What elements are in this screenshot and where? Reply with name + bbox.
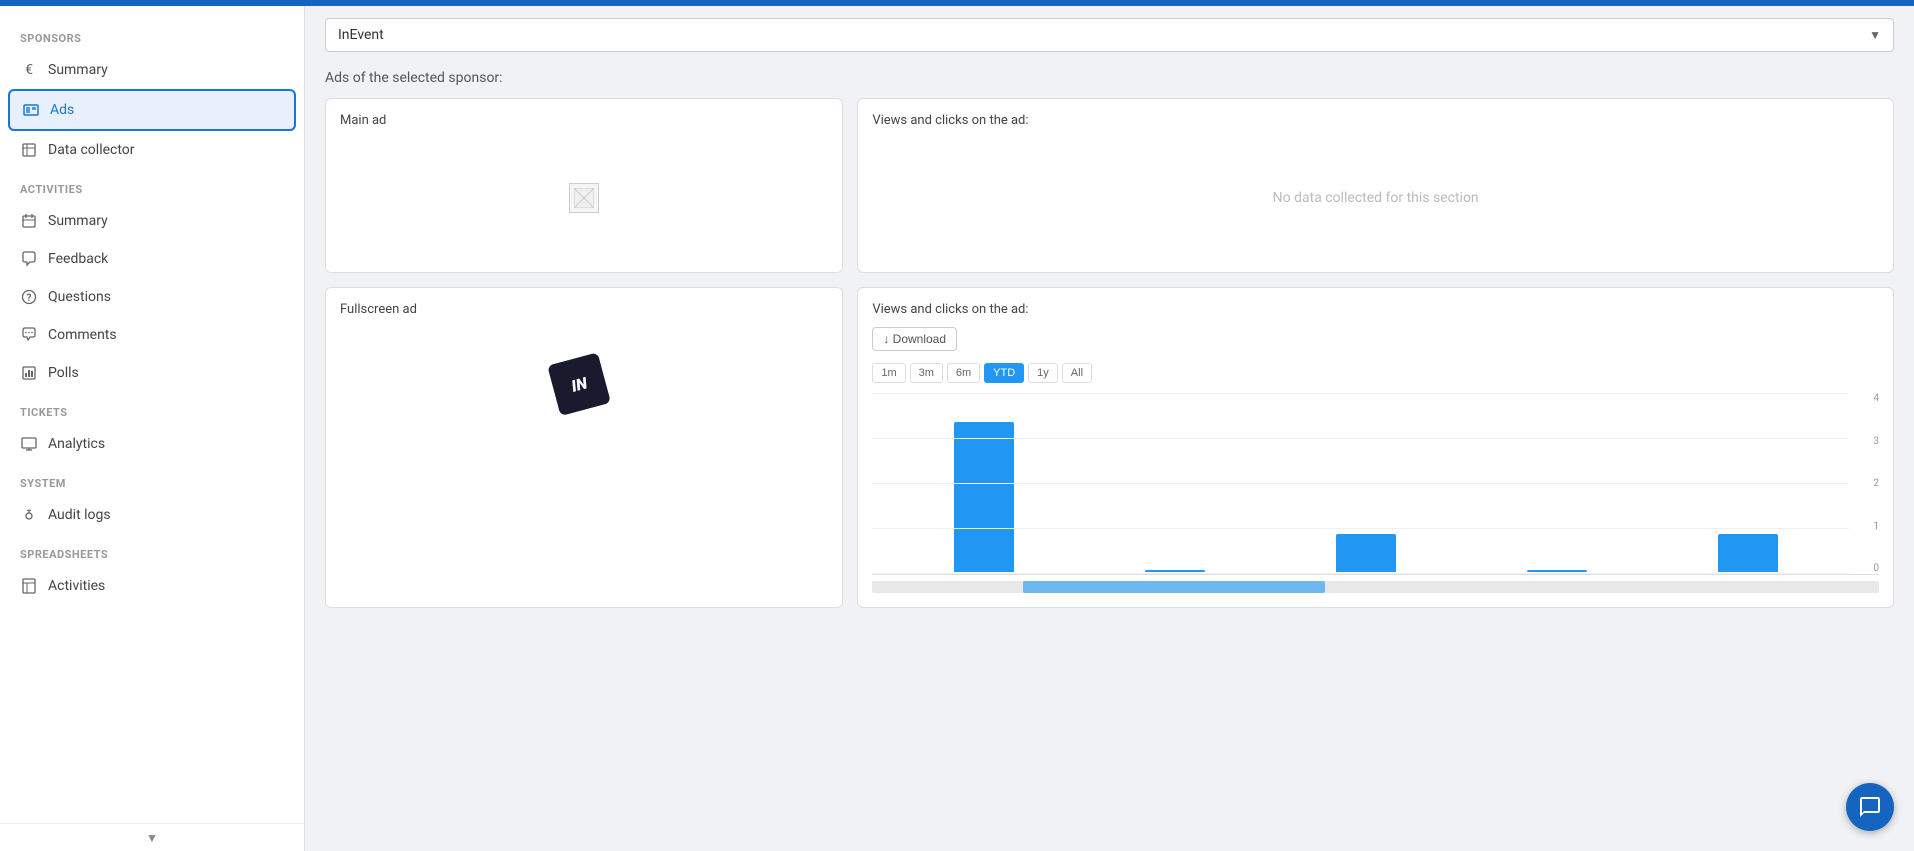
sidebar-item-label: Summary (48, 62, 108, 78)
bar-1 (954, 422, 1014, 572)
main-ad-card: Main ad (325, 98, 843, 273)
analytics-icon (20, 435, 38, 453)
chat-bubble-button[interactable] (1846, 783, 1894, 831)
filter-ytd[interactable]: YTD (984, 363, 1024, 383)
fullscreen-ad-title: Fullscreen ad (340, 302, 828, 317)
chart-scroll-thumb (1023, 581, 1325, 593)
polls-icon (20, 364, 38, 382)
bar-group-4 (1465, 570, 1648, 572)
sponsor-selected-value: InEvent (338, 27, 384, 43)
sidebar-item-activities-questions[interactable]: ? Questions (0, 278, 304, 316)
spreadsheets-section-label: SPREADSHEETS (0, 534, 304, 567)
chart-scroll-bar[interactable] (872, 581, 1879, 593)
fullscreen-ad-chart-card: Views and clicks on the ad: ↓ Download 1… (857, 287, 1894, 608)
activities-section-label: ACTIVITIES (0, 169, 304, 202)
chat-icon (1858, 795, 1882, 819)
y-label-2: 2 (1873, 478, 1879, 489)
sidebar-item-label: Polls (48, 365, 79, 381)
sidebar-item-activities-feedback[interactable]: Feedback (0, 240, 304, 278)
bar-group-5 (1656, 534, 1839, 572)
bar-group-1 (892, 422, 1075, 572)
audit-logs-icon (20, 506, 38, 524)
y-label-3: 3 (1873, 436, 1879, 447)
main-content: InEvent ▼ Ads of the selected sponsor: M… (305, 6, 1914, 851)
calendar-icon (20, 212, 38, 230)
filter-3m[interactable]: 3m (910, 363, 943, 383)
sidebar-item-label: Activities (48, 578, 105, 594)
ads-icon (22, 101, 40, 119)
sidebar: SPONSORS € Summary Ads (0, 6, 305, 851)
sidebar-item-spreadsheets-activities[interactable]: Activities (0, 567, 304, 605)
sidebar-item-label: Comments (48, 327, 117, 343)
bar-2 (1145, 570, 1205, 572)
sponsors-section-label: SPONSORS (0, 18, 304, 51)
main-ad-image (569, 183, 599, 213)
sponsor-selector[interactable]: InEvent ▼ (325, 18, 1894, 52)
main-ad-chart-title: Views and clicks on the ad: (872, 113, 1879, 128)
filter-1y[interactable]: 1y (1028, 363, 1058, 383)
sidebar-item-activities-comments[interactable]: Comments (0, 316, 304, 354)
sidebar-item-label: Summary (48, 213, 108, 229)
fullscreen-ad-preview (340, 327, 828, 447)
fullscreen-ad-chart-title: Views and clicks on the ad: (872, 302, 1879, 317)
sidebar-item-label: Audit logs (48, 507, 111, 523)
y-label-1: 1 (1873, 521, 1879, 532)
bar-5 (1718, 534, 1778, 572)
sidebar-item-sponsors-ads[interactable]: Ads (8, 89, 296, 131)
ads-section-label: Ads of the selected sponsor: (325, 70, 1894, 86)
data-collector-icon (20, 141, 38, 159)
main-ad-chart-card: Views and clicks on the ad: No data coll… (857, 98, 1894, 273)
bar-group-2 (1083, 570, 1266, 572)
euro-icon: € (20, 61, 38, 79)
feedback-icon (20, 250, 38, 268)
filter-6m[interactable]: 6m (947, 363, 980, 383)
time-filters: 1m 3m 6m YTD 1y All (872, 363, 1879, 383)
download-button[interactable]: ↓ Download (872, 327, 957, 351)
bar-chart-area: 4 3 2 1 0 (872, 393, 1879, 575)
spreadsheet-icon (20, 577, 38, 595)
chevron-down-icon: ▼ (1869, 28, 1881, 42)
filter-all[interactable]: All (1062, 363, 1092, 383)
sidebar-item-label: Ads (50, 102, 74, 118)
grid-line (872, 573, 1849, 574)
fullscreen-ad-row: Fullscreen ad Views and clicks on the ad… (325, 287, 1894, 608)
sidebar-item-sponsors-summary[interactable]: € Summary (0, 51, 304, 89)
sidebar-item-activities-summary[interactable]: Summary (0, 202, 304, 240)
main-ad-no-data: No data collected for this section (872, 138, 1879, 258)
inevent-logo (547, 350, 620, 423)
main-ad-title: Main ad (340, 113, 828, 128)
bar-chart: 4 3 2 1 0 (872, 393, 1879, 593)
main-ad-preview (340, 138, 828, 258)
inevent-logo-container (549, 352, 619, 422)
bar-4 (1527, 570, 1587, 572)
content-area: Ads of the selected sponsor: Main ad (305, 60, 1914, 851)
sidebar-scroll: SPONSORS € Summary Ads (0, 6, 304, 851)
chart-controls: ↓ Download (872, 327, 1879, 351)
inevent-logo-inner (547, 352, 611, 416)
tickets-section-label: TICKETS (0, 392, 304, 425)
fullscreen-ad-card: Fullscreen ad (325, 287, 843, 608)
chart-y-labels: 4 3 2 1 0 (1851, 393, 1879, 574)
system-section-label: SYSTEM (0, 463, 304, 496)
sidebar-item-label: Analytics (48, 436, 105, 452)
comments-icon (20, 326, 38, 344)
sidebar-item-label: Feedback (48, 251, 108, 267)
sidebar-item-label: Questions (48, 289, 111, 305)
filter-1m[interactable]: 1m (872, 363, 905, 383)
chevron-down-icon: ▼ (146, 831, 158, 845)
sidebar-item-data-collector[interactable]: Data collector (0, 131, 304, 169)
y-label-4: 4 (1873, 393, 1879, 404)
y-label-0: 0 (1873, 563, 1879, 574)
bar-3 (1336, 534, 1396, 572)
sidebar-item-label: Data collector (48, 142, 135, 158)
sidebar-item-activities-polls[interactable]: Polls (0, 354, 304, 392)
bars-area (872, 393, 1879, 572)
bar-group-3 (1274, 534, 1457, 572)
questions-icon: ? (20, 288, 38, 306)
sidebar-scroll-down[interactable]: ▼ (0, 823, 304, 851)
sidebar-item-tickets-analytics[interactable]: Analytics (0, 425, 304, 463)
sidebar-item-system-audit-logs[interactable]: Audit logs (0, 496, 304, 534)
svg-text:?: ? (27, 293, 32, 304)
